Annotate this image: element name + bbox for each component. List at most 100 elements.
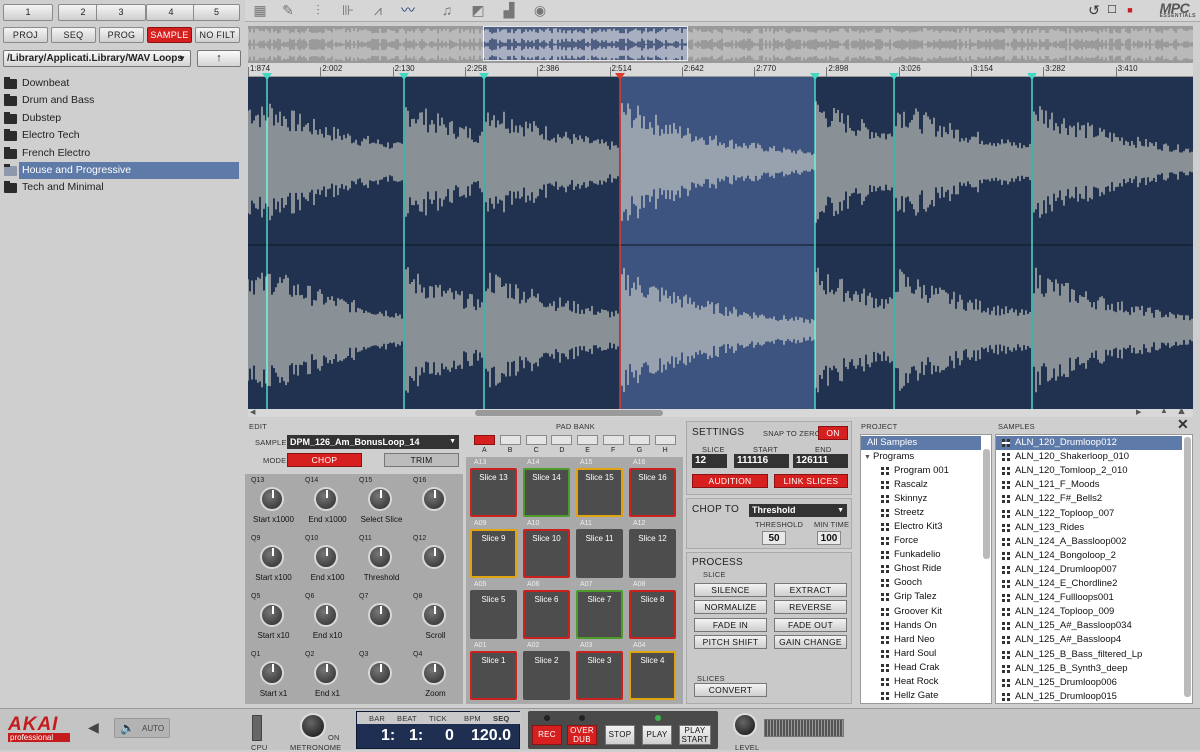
auto-button[interactable]: 🔈 AUTO	[114, 718, 170, 738]
program-item[interactable]: Gooch	[875, 576, 980, 590]
pad[interactable]: A01 Slice 1	[470, 642, 517, 700]
mode-button-prog[interactable]: PROG	[99, 27, 144, 43]
level-bars-icon[interactable]: ▟	[500, 2, 518, 19]
pad[interactable]: A08 Slice 8	[629, 581, 676, 639]
sample-item[interactable]: ALN_125_Drumloop006	[996, 676, 1182, 690]
mode-button-nofilt[interactable]: NO FILT	[195, 27, 240, 43]
fx-icon[interactable]: ◩	[469, 2, 487, 19]
sample-item[interactable]: ALN_125_A#_Bassloop034	[996, 619, 1182, 633]
sample-item[interactable]: ALN_125_B_Synth3_deep	[996, 662, 1182, 676]
bank-button-c[interactable]	[525, 435, 547, 445]
grid-view-icon[interactable]: ▦	[251, 2, 269, 19]
mode-button-seq[interactable]: SEQ	[51, 27, 96, 43]
fade-in-button[interactable]: FADE IN	[694, 618, 767, 632]
program-item[interactable]: Hard Soul	[875, 647, 980, 661]
program-item[interactable]: Groover Kit	[875, 605, 980, 619]
qlink-knob[interactable]	[314, 487, 338, 511]
sample-item[interactable]: ALN_122_Toploop_007	[996, 507, 1182, 521]
tick-value[interactable]: 0	[445, 727, 454, 745]
number-button-5[interactable]: 5	[193, 4, 240, 21]
bank-button-f[interactable]	[603, 435, 624, 445]
slice-marker-handle[interactable]	[1027, 73, 1037, 80]
program-item[interactable]: Hard Neo	[875, 633, 980, 647]
up-folder-button[interactable]: ↑	[197, 50, 241, 67]
scrollbar-thumb[interactable]	[475, 410, 663, 416]
pad[interactable]: A03 Slice 3	[576, 642, 623, 700]
note-icon[interactable]: ♫	[438, 2, 456, 19]
globe-icon[interactable]: ◉	[531, 2, 549, 19]
pad[interactable]: A12 Slice 12	[629, 520, 676, 578]
sample-item[interactable]: ALN_122_F#_Bells2	[996, 492, 1182, 506]
fade-out-button[interactable]: FADE OUT	[774, 618, 847, 632]
sample-edit-icon[interactable]: 〰	[399, 2, 417, 19]
slice-marker-handle[interactable]	[889, 73, 899, 80]
pad[interactable]: A02 Slice 2	[523, 642, 570, 700]
folder-item[interactable]: Downbeat	[0, 75, 240, 92]
program-item[interactable]: Streetz	[875, 506, 980, 520]
bank-button-b[interactable]	[499, 435, 521, 445]
sample-item[interactable]: ALN_125_A#_Bassloop4	[996, 633, 1182, 647]
sample-item[interactable]: ALN_124_Drumloop007	[996, 563, 1182, 577]
pad[interactable]: A05 Slice 5	[470, 581, 517, 639]
mode-button-sample[interactable]: SAMPLE	[147, 27, 192, 43]
sample-item[interactable]: ALN_124_A_Bassloop002	[996, 535, 1182, 549]
pad[interactable]: A07 Slice 7	[576, 581, 623, 639]
stop-button[interactable]: STOP	[605, 725, 635, 745]
program-item[interactable]: Grip Talez	[875, 590, 980, 604]
sample-item[interactable]: ALN_125_Drumloop015	[996, 690, 1182, 703]
pad[interactable]: A14 Slice 14	[523, 459, 570, 517]
qlink-knob[interactable]	[422, 487, 446, 511]
folder-item[interactable]: Drum and Bass	[0, 92, 240, 109]
bpm-value[interactable]: 120.0	[471, 727, 511, 745]
program-item[interactable]: Hellz Gate	[875, 689, 980, 703]
sample-item[interactable]: ALN_124_Bongoloop_2	[996, 549, 1182, 563]
sample-item[interactable]: ALN_124_E_Chordline2	[996, 577, 1182, 591]
program-item[interactable]: Ghost Ride	[875, 562, 980, 576]
metronome-knob[interactable]	[300, 713, 326, 739]
program-icon[interactable]: ⊪	[339, 2, 357, 19]
chop-button[interactable]: CHOP	[287, 453, 362, 467]
slice-marker-handle[interactable]	[479, 73, 489, 80]
sample-item[interactable]: ALN_124_Toploop_009	[996, 605, 1182, 619]
program-item[interactable]: Electro Kit3	[875, 520, 980, 534]
slice-marker-handle[interactable]	[262, 73, 272, 80]
program-item[interactable]: Program 001	[875, 464, 980, 478]
project-scrollbar[interactable]	[983, 449, 990, 559]
beat-value[interactable]: 1:	[409, 727, 423, 745]
slice-marker-handle[interactable]	[810, 73, 820, 80]
sample-item[interactable]: ALN_124_Fullloops001	[996, 591, 1182, 605]
bank-button-d[interactable]	[551, 435, 573, 445]
audition-button[interactable]: AUDITION	[692, 474, 768, 488]
bank-button-g[interactable]	[628, 435, 650, 445]
envelope-icon[interactable]: ⩘	[369, 2, 387, 19]
link-slices-button[interactable]: LINK SLICES	[774, 474, 848, 488]
rec-button[interactable]: REC	[532, 725, 562, 745]
number-button-1[interactable]: 1	[3, 4, 53, 21]
gain-change-button[interactable]: GAIN CHANGE	[774, 635, 847, 649]
qlink-knob[interactable]	[422, 545, 446, 569]
folder-item[interactable]: Tech and Minimal	[0, 179, 240, 196]
pad[interactable]: A10 Slice 10	[523, 520, 570, 578]
scroll-left-icon[interactable]: ◀	[250, 408, 255, 416]
project-programs-folder[interactable]: Programs	[867, 450, 977, 464]
sample-item[interactable]: ALN_125_B_Bass_filtered_Lp	[996, 648, 1182, 662]
back-arrow-icon[interactable]: ◀	[88, 719, 99, 736]
qlink-knob[interactable]	[314, 545, 338, 569]
program-item[interactable]: Force	[875, 534, 980, 548]
qlink-knob[interactable]	[368, 487, 392, 511]
normalize-button[interactable]: NORMALIZE	[694, 600, 767, 614]
slice-value[interactable]: 12	[692, 454, 727, 468]
silence-button[interactable]: SILENCE	[694, 583, 767, 597]
snap-toggle[interactable]: ON	[818, 426, 848, 440]
qlink-knob[interactable]	[368, 661, 392, 685]
program-item[interactable]: Head Crak	[875, 661, 980, 675]
qlink-knob[interactable]	[314, 603, 338, 627]
qlink-knob[interactable]	[260, 661, 284, 685]
number-button-4[interactable]: 4	[146, 4, 196, 21]
number-button-3[interactable]: 3	[96, 4, 146, 21]
folder-item-selected[interactable]: House and Progressive	[19, 162, 239, 179]
qlink-knob[interactable]	[314, 661, 338, 685]
mode-button-proj[interactable]: PROJ	[3, 27, 48, 43]
qlink-knob[interactable]	[368, 545, 392, 569]
convert-button[interactable]: CONVERT	[694, 683, 767, 697]
